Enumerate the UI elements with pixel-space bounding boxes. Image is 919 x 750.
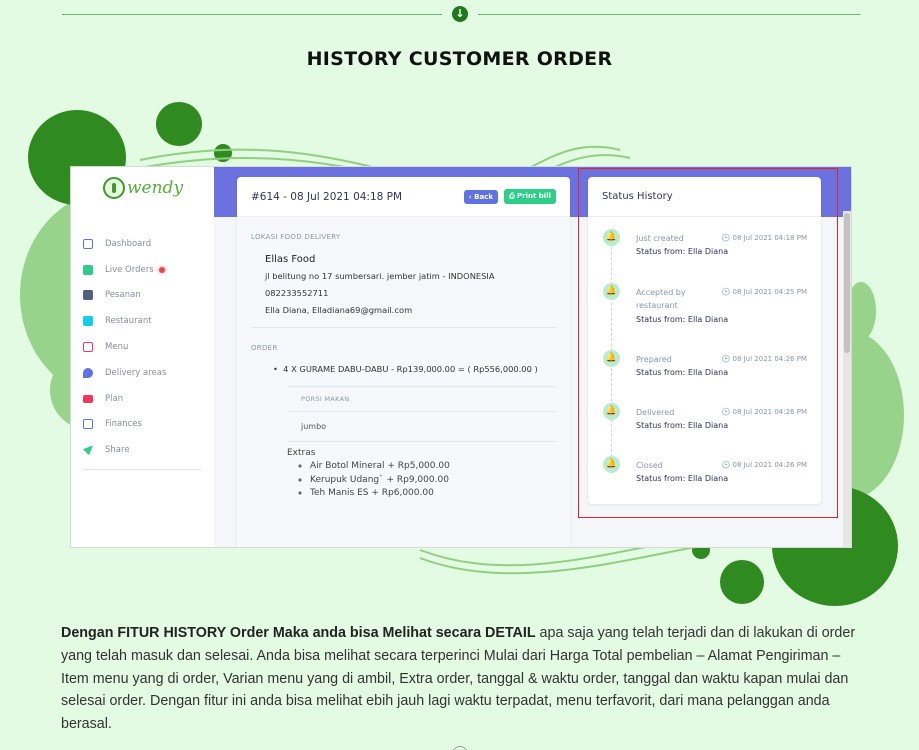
sidebar-item-label: Dashboard xyxy=(105,238,152,249)
app-logo[interactable]: wendy xyxy=(103,175,183,201)
extra-item: Teh Manis ES + Rp6,000.00 xyxy=(310,487,556,501)
send-icon xyxy=(83,445,93,456)
contact-info: Ella Diana, Elladiana69@gmail.com xyxy=(265,305,413,315)
sidebar-nav: Dashboard Live Orders Pesanan Restaurant… xyxy=(83,231,203,463)
sidebar-item-label: Share xyxy=(105,445,130,456)
sidebar-item-label: Live Orders xyxy=(105,264,154,275)
sidebar-item-pesanan[interactable]: Pesanan xyxy=(83,283,203,309)
top-divider: ↓ xyxy=(62,6,860,22)
sidebar-item-label: Restaurant xyxy=(105,316,152,327)
credit-card-icon xyxy=(83,394,93,403)
back-label: Back xyxy=(474,192,493,201)
sidebar-item-label: Delivery areas xyxy=(105,367,167,378)
divider-line-left xyxy=(62,14,442,15)
logo-icon xyxy=(103,177,125,199)
back-button[interactable]: ‹ Back xyxy=(463,189,498,204)
extra-item: Kerupuk Udang` + Rp9,000.00 xyxy=(310,474,556,488)
money-icon xyxy=(83,419,93,430)
store-icon xyxy=(83,316,93,327)
description-text: apa saja yang telah terjadi dan di lakuk… xyxy=(61,625,856,733)
sidebar: wendy Dashboard Live Orders Pesanan Rest… xyxy=(71,167,214,547)
address-line: jl belitung no 17 sumbersari. jember jat… xyxy=(265,271,495,281)
delivery-address: Ellas Food jl belitung no 17 sumbersari.… xyxy=(251,251,556,319)
sidebar-item-menu[interactable]: Menu xyxy=(83,334,203,360)
sidebar-item-plan[interactable]: Plan xyxy=(83,386,203,412)
porsi-label: PORSI MAKAN xyxy=(287,386,556,403)
sidebar-item-live-orders[interactable]: Live Orders xyxy=(83,257,203,283)
extras-label: Extras xyxy=(287,448,316,458)
book-icon xyxy=(83,342,93,353)
extra-item: Air Botol Mineral + Rp5,000.00 xyxy=(310,460,556,474)
status-highlight-box xyxy=(578,168,838,518)
basket-icon xyxy=(83,290,93,301)
sidebar-item-share[interactable]: Share xyxy=(83,437,203,463)
pin-icon xyxy=(83,367,93,378)
sidebar-item-label: Pesanan xyxy=(105,290,141,301)
porsi-value: jumbo xyxy=(287,411,556,441)
sidebar-item-dashboard[interactable]: Dashboard xyxy=(83,231,203,257)
extras-block: Extras Air Botol Mineral + Rp5,000.00 Ke… xyxy=(287,441,556,501)
extras-list: Air Botol Mineral + Rp5,000.00 Kerupuk U… xyxy=(310,460,556,501)
order-item: • 4 X GURAME DABU-DABU - Rp139,000.00 = … xyxy=(273,364,538,374)
sidebar-divider xyxy=(83,469,201,470)
bottom-divider-icon xyxy=(452,746,468,750)
calendar-icon xyxy=(83,264,93,275)
sidebar-item-label: Plan xyxy=(105,393,124,404)
live-badge xyxy=(158,266,165,273)
phone-number: 082233552711 xyxy=(265,288,329,298)
monitor-icon xyxy=(83,238,93,249)
sidebar-item-delivery-areas[interactable]: Delivery areas xyxy=(83,360,203,386)
print-bill-button[interactable]: ⎙ Print bill xyxy=(503,189,556,204)
sidebar-item-label: Menu xyxy=(105,342,129,353)
divider-line-right xyxy=(478,14,860,15)
order-header: #614 - 08 Jul 2021 04:18 PM ‹ Back ⎙ Pri… xyxy=(237,177,570,217)
page-title: HISTORY CUSTOMER ORDER xyxy=(306,48,613,70)
arrow-down-circle-icon: ↓ xyxy=(452,6,468,22)
description-bold: Dengan FITUR HISTORY Order Maka anda bis… xyxy=(61,625,536,641)
sidebar-item-label: Finances xyxy=(105,419,142,430)
sidebar-item-finances[interactable]: Finances xyxy=(83,412,203,438)
order-title: #614 - 08 Jul 2021 04:18 PM xyxy=(251,190,403,203)
scrollbar-thumb[interactable] xyxy=(844,213,850,353)
print-label: Print bill xyxy=(517,192,551,200)
customer-name: Ellas Food xyxy=(265,254,316,265)
order-body: LOKASI FOOD DELIVERY Ellas Food jl belit… xyxy=(237,217,570,547)
delivery-section-label: LOKASI FOOD DELIVERY xyxy=(251,233,341,241)
scrollbar[interactable] xyxy=(843,211,851,547)
sidebar-item-restaurant[interactable]: Restaurant xyxy=(83,308,203,334)
logo-text: wendy xyxy=(127,178,184,198)
description-paragraph: Dengan FITUR HISTORY Order Maka anda bis… xyxy=(61,622,861,736)
order-item-text: 4 X GURAME DABU-DABU - Rp139,000.00 = ( … xyxy=(283,364,538,374)
order-section-label: ORDER xyxy=(251,344,278,352)
order-detail-card: #614 - 08 Jul 2021 04:18 PM ‹ Back ⎙ Pri… xyxy=(237,177,570,547)
